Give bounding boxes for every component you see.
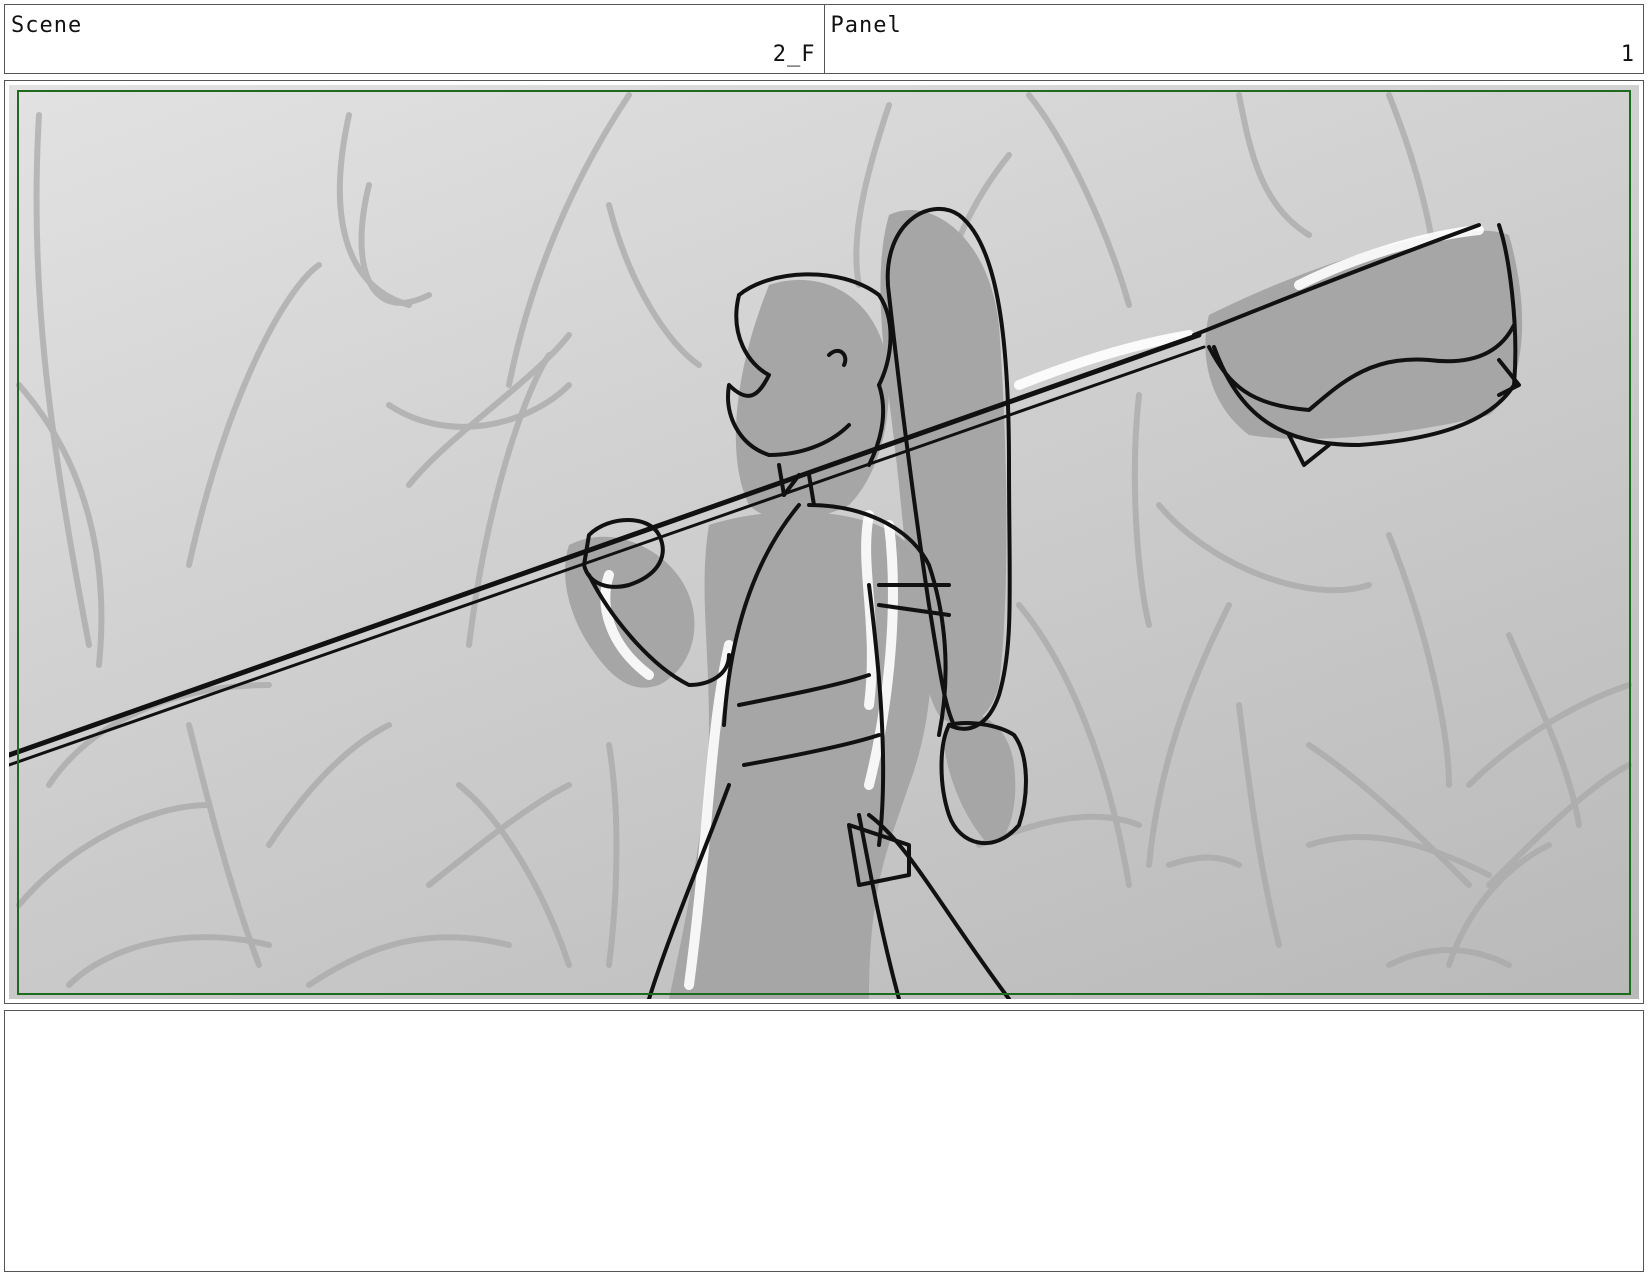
scene-cell: Scene 2_F [5,5,824,73]
panel-artwork [9,85,1639,999]
panel-label: Panel [830,13,902,38]
character-fills [565,209,1523,999]
panel-cell: Panel 1 [823,5,1644,73]
scene-value: 2_F [772,42,816,67]
scene-label: Scene [11,13,83,38]
panel-value: 1 [1620,42,1635,67]
panel-frame [4,80,1644,1004]
storyboard-header: Scene 2_F Panel 1 [4,4,1644,74]
sketch-drawing [9,92,1632,999]
panel-notes[interactable] [4,1010,1644,1272]
